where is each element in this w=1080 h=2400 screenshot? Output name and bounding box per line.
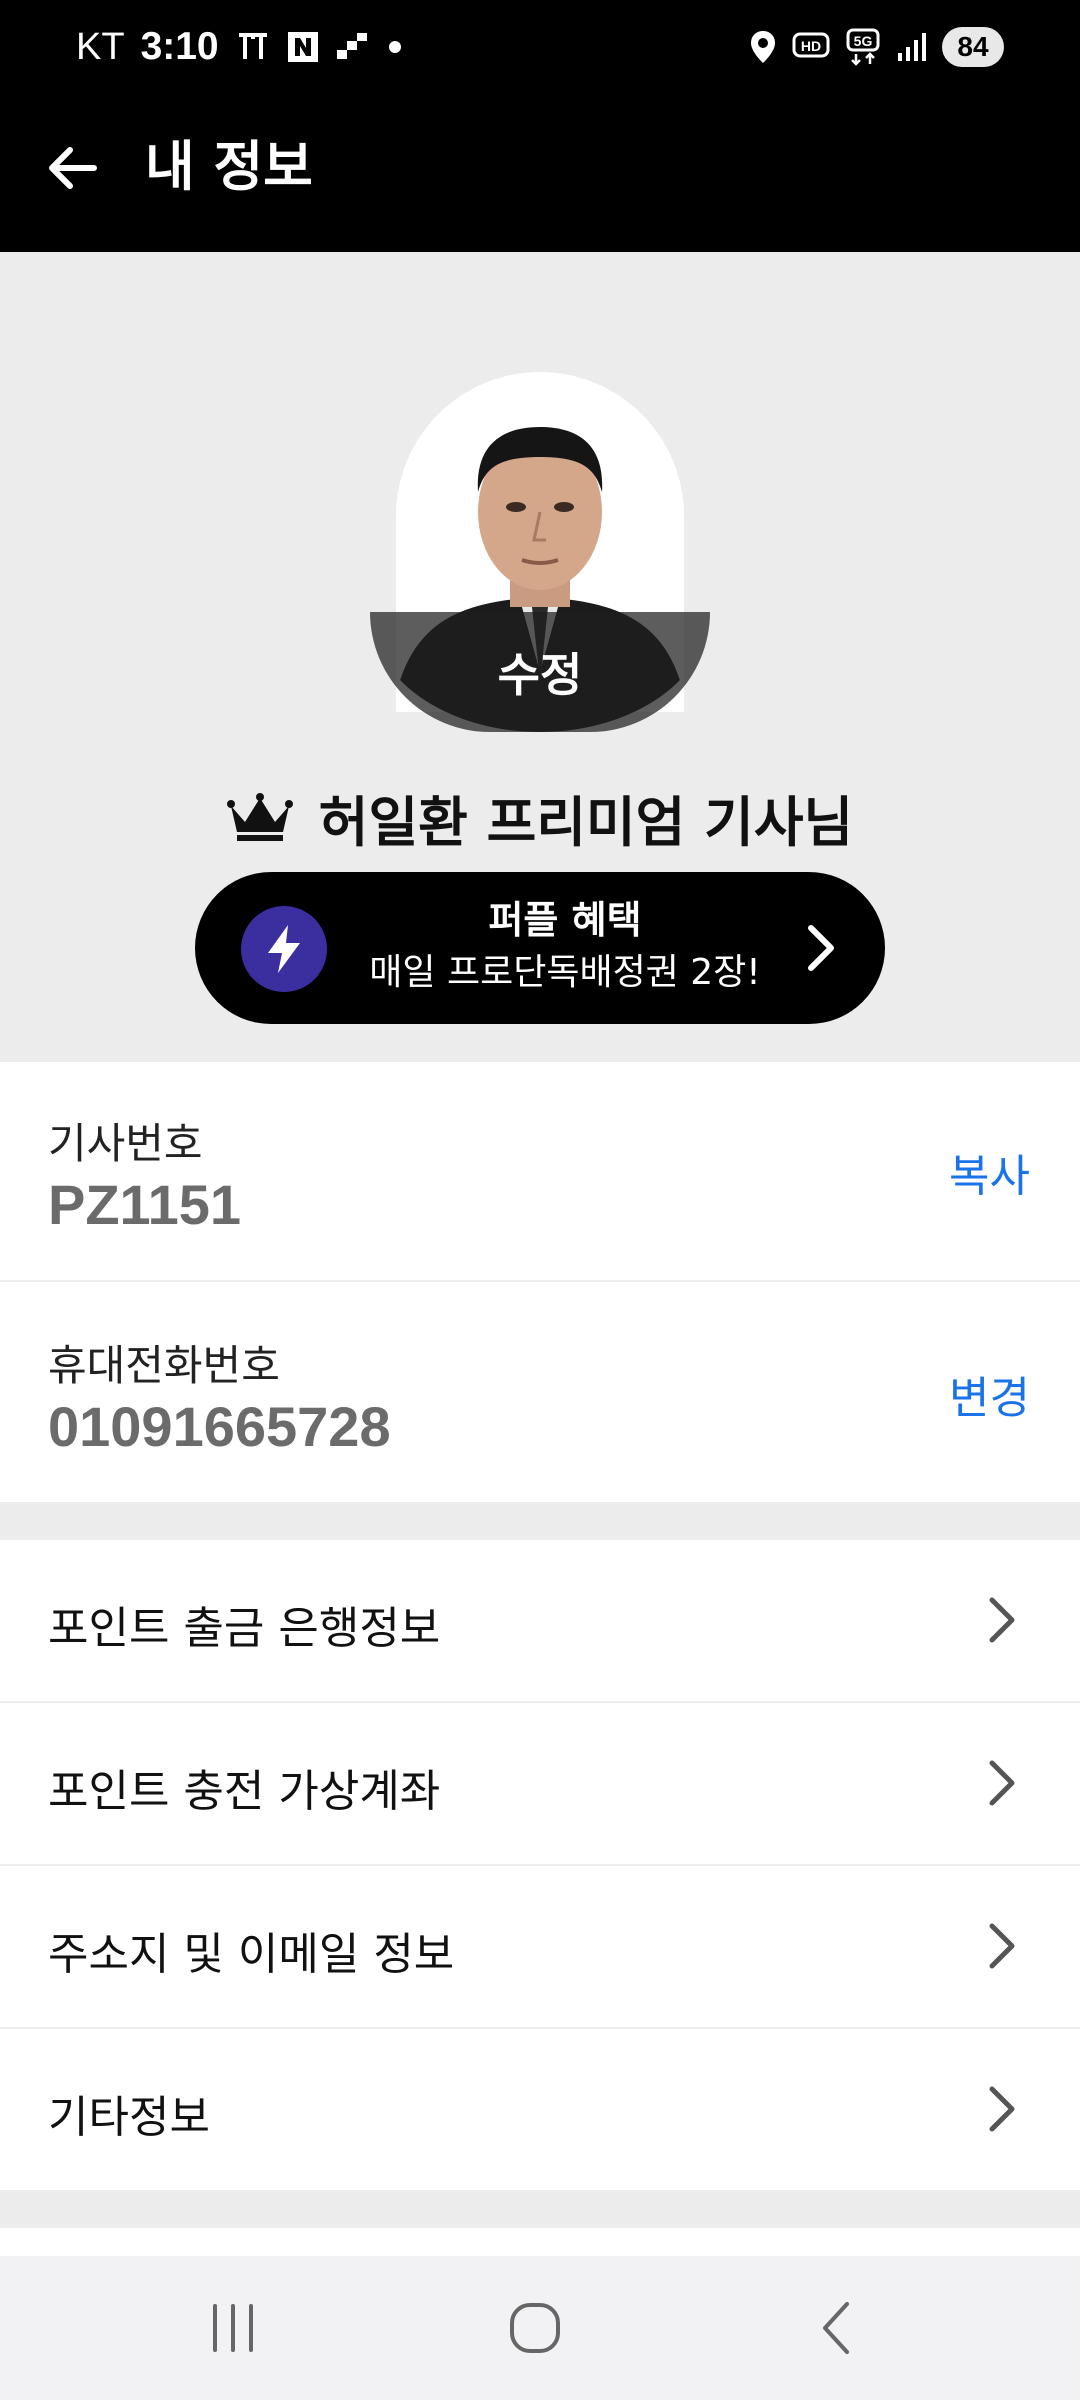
status-bar: KT 3:10 HD 5G 84	[0, 0, 1080, 92]
menu-item-label: 포인트 출금 은행정보	[48, 1603, 441, 1654]
stairs-icon	[335, 31, 369, 63]
menu-item-label: 포인트 충전 가상계좌	[48, 1766, 441, 1817]
menu-item-virtual-account[interactable]: 포인트 충전 가상계좌	[0, 1703, 1080, 1866]
svg-text:5G: 5G	[854, 33, 873, 49]
lightning-icon	[268, 925, 300, 973]
chevron-right-icon	[989, 1597, 1015, 1643]
chevron-right-icon	[989, 2086, 1015, 2132]
name-row: 허일환 프리미엄 기사님	[0, 772, 1080, 862]
edit-label: 수정	[497, 648, 583, 702]
signal-icon	[896, 31, 928, 63]
app-bar: 내 정보	[0, 92, 1080, 252]
page-title: 내 정보	[145, 135, 313, 198]
location-icon	[748, 29, 778, 65]
home-button[interactable]	[485, 2286, 585, 2370]
recent-apps-button[interactable]	[183, 2286, 283, 2370]
section-divider	[0, 1504, 1080, 1540]
nav-back-button[interactable]	[786, 2286, 886, 2370]
change-button[interactable]: 변경	[949, 1362, 1030, 1426]
5g-icon: 5G	[846, 28, 882, 66]
naver-icon	[287, 31, 319, 63]
crown-icon	[226, 793, 293, 841]
chevron-right-icon	[808, 925, 834, 971]
dot-icon	[385, 37, 405, 57]
back-button[interactable]	[40, 136, 104, 200]
phone-number-row: 휴대전화번호 01091665728 변경	[0, 1284, 1080, 1504]
menu-item-label: 기타정보	[48, 2092, 210, 2143]
driver-number-row: 기사번호 PZ1151 복사	[0, 1062, 1080, 1282]
copy-button[interactable]: 복사	[949, 1140, 1030, 1204]
menu-item-label: 주소지 및 이메일 정보	[48, 1929, 455, 1980]
menu-item-bank-info[interactable]: 포인트 출금 은행정보	[0, 1540, 1080, 1703]
phone-number-label: 휴대전화번호	[48, 1341, 280, 1390]
svg-text:HD: HD	[801, 38, 821, 54]
banner-title: 퍼플 혜택	[488, 898, 642, 942]
menu-item-address-email[interactable]: 주소지 및 이메일 정보	[0, 1866, 1080, 2029]
section-divider	[0, 2192, 1080, 2228]
back-icon	[823, 2302, 849, 2354]
system-nav-bar	[0, 2256, 1080, 2400]
chevron-right-icon	[989, 1923, 1015, 1969]
battery-indicator: 84	[942, 27, 1004, 67]
driver-number-label: 기사번호	[48, 1119, 203, 1168]
lightning-badge	[241, 906, 327, 992]
chevron-right-icon	[989, 1760, 1015, 1806]
status-left: KT 3:10	[76, 22, 405, 72]
status-right: HD 5G 84	[748, 22, 1004, 72]
banner-subtitle: 매일 프로단독배정권 2장!	[369, 952, 761, 993]
home-icon	[510, 2303, 560, 2353]
benefit-banner[interactable]: 퍼플 혜택 매일 프로단독배정권 2장!	[195, 872, 885, 1024]
carrier-label: KT	[76, 25, 125, 68]
hd-icon: HD	[792, 30, 832, 64]
arrow-left-icon	[49, 147, 97, 189]
banner-text: 퍼플 혜택 매일 프로단독배정권 2장!	[345, 894, 785, 1000]
driver-name: 허일환 프리미엄 기사님	[318, 790, 854, 854]
clock: 3:10	[140, 25, 219, 68]
screen: KT 3:10 HD 5G 84 내 정보 수정 허일환 프리미엄 기사님 퍼플…	[0, 0, 1080, 2400]
driver-number-value: PZ1151	[48, 1173, 242, 1236]
recent-apps-icon	[213, 2304, 253, 2352]
menu-item-other-info[interactable]: 기타정보	[0, 2029, 1080, 2192]
phone-number-value: 01091665728	[48, 1395, 391, 1458]
t-icon	[235, 29, 271, 65]
profile-section: 수정 허일환 프리미엄 기사님 퍼플 혜택 매일 프로단독배정권 2장!	[0, 252, 1080, 1062]
